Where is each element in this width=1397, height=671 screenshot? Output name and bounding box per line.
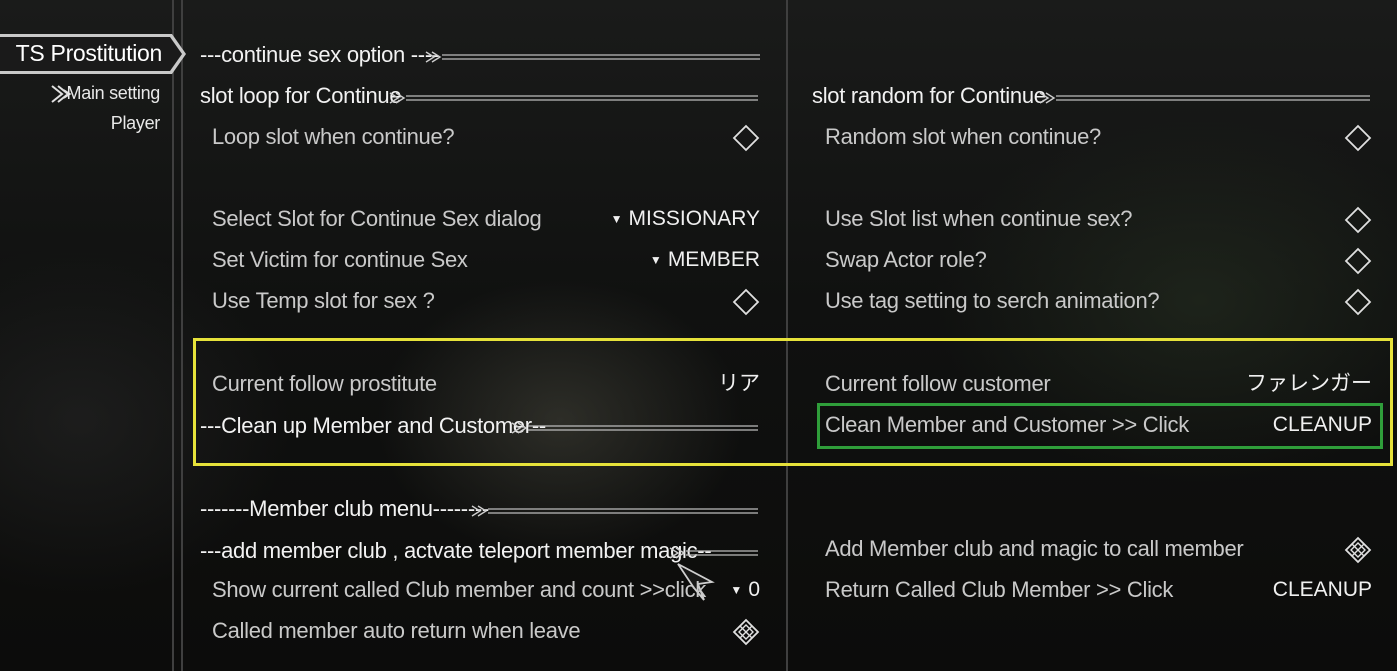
toggle-checkbox-icon[interactable]	[1344, 124, 1372, 152]
option-label: Use Temp slot for sex ?	[212, 288, 435, 313]
dropdown-arrow-icon: ▼	[730, 583, 743, 597]
section-header-member-club: -------Member club menu--------	[200, 496, 760, 522]
dropdown-value-text: MEMBER	[667, 248, 760, 271]
option-temp-slot[interactable]: Use Temp slot for sex ?	[212, 288, 760, 316]
option-label: Loop slot when continue?	[212, 124, 455, 149]
section-header-slot-loop: slot loop for Continue	[200, 83, 760, 109]
option-label: Called member auto return when leave	[212, 618, 581, 643]
header-label: ---continue sex option ----	[200, 42, 439, 67]
option-set-victim[interactable]: Set Victim for continue Sex ▼ MEMBER	[212, 247, 760, 275]
section-header-continue-sex-option: ---continue sex option ----	[200, 42, 760, 68]
option-label: Use tag setting to serch animation?	[825, 288, 1160, 313]
option-label: Return Called Club Member >> Click	[825, 577, 1174, 602]
sidebar-item-main-setting[interactable]: Main setting	[48, 80, 160, 106]
option-label: Add Member club and magic to call member	[825, 536, 1244, 561]
dropdown-value[interactable]: ▼ MISSIONARY	[611, 206, 760, 234]
option-random-slot[interactable]: Random slot when continue?	[825, 124, 1372, 152]
option-label: Swap Actor role?	[825, 247, 987, 272]
option-show-called-member[interactable]: Show current called Club member and coun…	[212, 577, 760, 605]
sidebar-item-label: Main setting	[66, 83, 161, 103]
header-divider-icon	[425, 51, 760, 63]
left-frame-line-2	[181, 0, 183, 671]
option-select-slot[interactable]: Select Slot for Continue Sex dialog ▼ MIS…	[212, 206, 760, 234]
cleanup-button[interactable]: CLEANUP	[1273, 412, 1372, 438]
tab-label: TS Prostitution	[15, 40, 163, 66]
option-label: Use Slot list when continue sex?	[825, 206, 1133, 231]
header-divider-icon	[511, 422, 758, 434]
cleanup-button[interactable]: CLEANUP	[1273, 577, 1372, 603]
toggle-checkbox-icon[interactable]	[1344, 247, 1372, 275]
dropdown-value-text: 0	[748, 578, 760, 601]
dropdown-arrow-icon: ▼	[610, 212, 623, 226]
option-use-slot-list[interactable]: Use Slot list when continue sex?	[825, 206, 1372, 234]
option-current-customer: Current follow customer ファレンガー	[825, 371, 1372, 399]
header-divider-icon	[669, 547, 758, 559]
header-divider-icon	[389, 92, 758, 104]
section-header-cleanup: ---Clean up Member and Customer--	[200, 413, 760, 439]
dropdown-value[interactable]: ▼ MEMBER	[650, 247, 760, 275]
value-text: ファレンガー	[1246, 372, 1372, 395]
header-label: slot loop for Continue	[200, 83, 402, 108]
option-auto-return[interactable]: Called member auto return when leave	[212, 618, 760, 646]
option-label: Set Victim for continue Sex	[212, 247, 468, 272]
option-current-prostitute: Current follow prostitute リア	[212, 371, 760, 399]
option-label: Current follow prostitute	[212, 371, 437, 396]
toggle-checkbox-icon[interactable]	[1344, 288, 1372, 316]
toggle-checkbox-icon[interactable]	[732, 288, 760, 316]
tab-ts-prostitution[interactable]: TS Prostitution	[0, 34, 186, 74]
option-loop-slot[interactable]: Loop slot when continue?	[212, 124, 760, 152]
option-add-member-club[interactable]: Add Member club and magic to call member	[825, 536, 1372, 564]
toggle-checkbox-icon[interactable]	[732, 124, 760, 152]
section-header-slot-random: slot random for Continue	[812, 83, 1372, 109]
toggle-checked-icon[interactable]	[732, 618, 760, 646]
header-divider-icon	[1039, 92, 1370, 104]
header-label: -------Member club menu--------	[200, 496, 489, 521]
option-label: Show current called Club member and coun…	[212, 577, 706, 602]
option-swap-actor[interactable]: Swap Actor role?	[825, 247, 1372, 275]
header-label: ---add member club , actvate teleport me…	[200, 538, 712, 563]
option-use-tag[interactable]: Use tag setting to serch animation?	[825, 288, 1372, 316]
header-divider-icon	[471, 505, 758, 517]
dropdown-value[interactable]: ▼ 0	[730, 577, 760, 605]
value-text: リア	[718, 372, 760, 395]
header-label: ---Clean up Member and Customer--	[200, 413, 546, 438]
option-label: Clean Member and Customer >> Click	[825, 412, 1189, 437]
option-label: Select Slot for Continue Sex dialog	[212, 206, 542, 231]
sidebar-item-label: Player	[110, 113, 161, 133]
toggle-checked-icon[interactable]	[1344, 536, 1372, 564]
header-label: slot random for Continue	[812, 83, 1046, 108]
option-label: Current follow customer	[825, 371, 1051, 396]
dropdown-arrow-icon: ▼	[649, 253, 662, 267]
center-divider	[786, 0, 788, 671]
option-label: Random slot when continue?	[825, 124, 1101, 149]
toggle-checkbox-icon[interactable]	[1344, 206, 1372, 234]
sidebar-item-player[interactable]: Player	[80, 110, 161, 136]
option-clean-member[interactable]: Clean Member and Customer >> Click CLEAN…	[825, 412, 1372, 440]
dropdown-value-text: MISSIONARY	[628, 207, 760, 230]
left-frame-line-1	[172, 0, 174, 671]
option-return-called[interactable]: Return Called Club Member >> Click CLEAN…	[825, 577, 1372, 605]
